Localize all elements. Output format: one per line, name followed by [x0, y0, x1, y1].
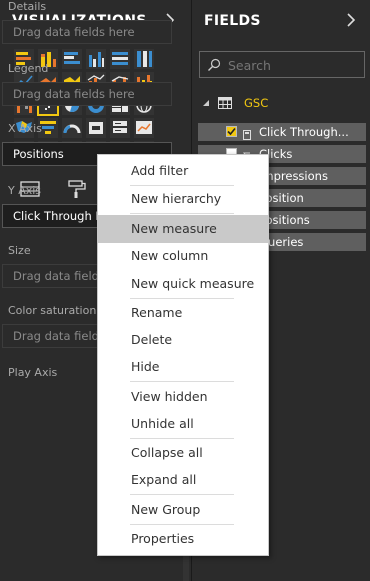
- field-label: Click Through...: [259, 125, 349, 139]
- menu-separator: [130, 381, 234, 382]
- menu-item-view-hidden[interactable]: View hidden: [98, 383, 268, 411]
- format-tab[interactable]: [62, 172, 92, 205]
- menu-item-new-group[interactable]: New Group: [98, 496, 268, 524]
- menu-item-delete[interactable]: Delete: [98, 326, 268, 354]
- clustered-column-chart-icon[interactable]: [86, 49, 106, 69]
- 100-stacked-bar-chart-icon[interactable]: [110, 49, 130, 69]
- search-icon: [208, 58, 221, 71]
- fields-search-box[interactable]: [199, 51, 365, 78]
- collapse-fields-icon[interactable]: [343, 12, 359, 28]
- menu-item-expand-all[interactable]: Expand all: [98, 466, 268, 494]
- menu-separator: [130, 494, 234, 495]
- well-label-size: Size: [8, 244, 31, 257]
- menu-item-new-measure[interactable]: New measure: [98, 215, 268, 243]
- gauge-icon[interactable]: [62, 118, 82, 138]
- menu-item-unhide-all[interactable]: Unhide all: [98, 410, 268, 438]
- well-label-legend: Legend: [8, 62, 49, 75]
- fields-header: FIELDS: [192, 0, 370, 42]
- well-label-color-saturation: Color saturation: [8, 304, 97, 317]
- menu-item-add-filter[interactable]: Add filter: [98, 157, 268, 185]
- menu-item-rename[interactable]: Rename: [98, 299, 268, 327]
- well-drop-zone-details[interactable]: Drag data fields here: [2, 20, 172, 44]
- fields-title: FIELDS: [204, 13, 261, 29]
- well-label-y-axis: Y Axis: [8, 184, 42, 197]
- field-item[interactable]: Click Through...: [198, 123, 366, 141]
- multi-row-card-icon[interactable]: [110, 118, 130, 138]
- kpi-icon[interactable]: [134, 118, 154, 138]
- card-icon[interactable]: [86, 118, 106, 138]
- 100-stacked-column-chart-icon[interactable]: [134, 49, 154, 69]
- checked-checkbox-icon[interactable]: [226, 126, 237, 137]
- well-label-x-axis: X Axis: [8, 122, 42, 135]
- table-name: GSC: [244, 96, 269, 110]
- well-drop-zone-legend[interactable]: Drag data fields here: [2, 82, 172, 106]
- search-input[interactable]: [226, 55, 360, 75]
- format-paint-roller-icon: [68, 180, 86, 198]
- collapse-triangle-icon: [203, 100, 209, 106]
- field-label: Impressions: [259, 169, 328, 183]
- measure-calculator-icon: [243, 127, 251, 140]
- table-icon: [218, 97, 232, 109]
- menu-item-new-column[interactable]: New column: [98, 242, 268, 270]
- table-node-gsc[interactable]: GSC: [202, 96, 268, 110]
- menu-item-collapse-all[interactable]: Collapse all: [98, 439, 268, 467]
- menu-item-properties[interactable]: Properties: [98, 525, 268, 553]
- menu-separator: [130, 213, 234, 214]
- clustered-bar-chart-icon[interactable]: [62, 49, 82, 69]
- well-label-details: Details: [8, 0, 47, 13]
- context-menu: Add filter New hierarchy New measure New co…: [97, 154, 269, 556]
- menu-item-hide[interactable]: Hide: [98, 353, 268, 381]
- menu-item-new-quick-measure[interactable]: New quick measure: [98, 270, 268, 298]
- well-label-play-axis: Play Axis: [8, 366, 58, 379]
- menu-item-new-hierarchy[interactable]: New hierarchy: [98, 185, 268, 213]
